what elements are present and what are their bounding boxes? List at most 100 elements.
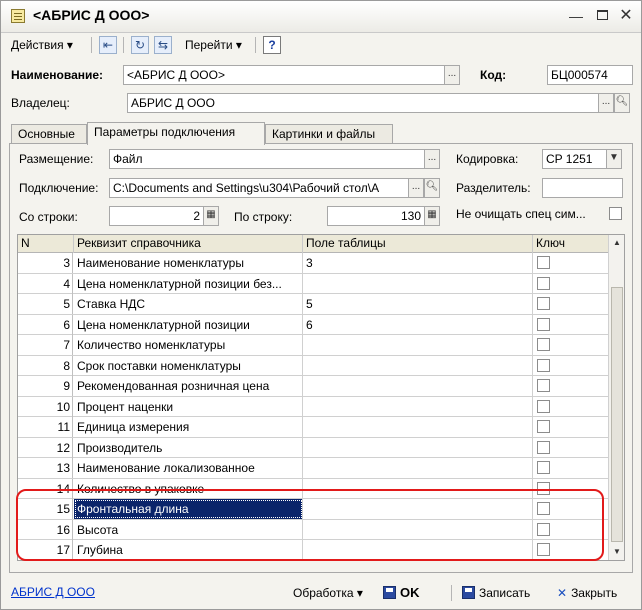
- minimize-button[interactable]: —: [567, 7, 585, 25]
- row-field[interactable]: [303, 355, 533, 376]
- table-row[interactable]: 4 Цена номенклатурной позиции без...: [18, 273, 608, 294]
- key-checkbox[interactable]: [537, 297, 550, 310]
- column-header-n[interactable]: N: [18, 235, 74, 253]
- row-field[interactable]: [303, 540, 533, 560]
- row-attribute[interactable]: Процент наценки: [74, 396, 303, 417]
- row-attribute[interactable]: Цена номенклатурной позиции: [74, 314, 303, 335]
- key-checkbox[interactable]: [537, 481, 550, 495]
- to-row-field[interactable]: 130: [327, 206, 425, 226]
- help-icon[interactable]: ?: [263, 36, 281, 54]
- row-attribute[interactable]: Количество в упаковке: [74, 478, 303, 499]
- key-checkbox[interactable]: [537, 317, 550, 331]
- calculator-icon[interactable]: ▦: [203, 206, 219, 226]
- back-arrow-icon[interactable]: ⇤: [99, 36, 117, 54]
- column-header-key[interactable]: Ключ: [533, 235, 608, 253]
- owner-link[interactable]: АБРИС Д ООО: [11, 585, 95, 599]
- owner-open-icon[interactable]: 🔍︎: [614, 93, 630, 113]
- table-row[interactable]: 11 Единица измерения: [18, 417, 608, 438]
- ok-button[interactable]: OK: [383, 585, 420, 603]
- connection-path-field[interactable]: C:\Documents and Settings\u304\Рабочий с…: [109, 178, 409, 198]
- name-field[interactable]: <АБРИС Д ООО>: [123, 65, 445, 85]
- key-checkbox[interactable]: [537, 440, 550, 454]
- row-attribute[interactable]: Глубина: [74, 540, 303, 560]
- table-row[interactable]: 15 Фронтальная длина: [18, 499, 608, 520]
- key-checkbox[interactable]: [537, 543, 550, 556]
- refresh-icon[interactable]: ↻: [131, 36, 149, 54]
- chevron-down-icon[interactable]: ▼: [606, 149, 622, 169]
- row-attribute[interactable]: Фронтальная длина: [74, 499, 303, 519]
- maximize-button[interactable]: [593, 7, 611, 25]
- key-checkbox[interactable]: [537, 256, 550, 269]
- vertical-scrollbar[interactable]: ▲ ▼: [608, 235, 624, 560]
- row-attribute[interactable]: Высота: [74, 519, 303, 540]
- row-field[interactable]: [303, 499, 533, 519]
- name-choice-button[interactable]: ...: [444, 65, 460, 85]
- connection-choice-button[interactable]: ...: [408, 178, 424, 198]
- row-field[interactable]: [303, 396, 533, 417]
- row-attribute[interactable]: Срок поставки номенклатуры: [74, 355, 303, 376]
- table-row[interactable]: 3 Наименование номенклатуры 3: [18, 253, 608, 274]
- table-row[interactable]: 9 Рекомендованная розничная цена: [18, 376, 608, 397]
- placement-choice-button[interactable]: ...: [424, 149, 440, 169]
- row-attribute[interactable]: Количество номенклатуры: [74, 335, 303, 355]
- row-field[interactable]: [303, 417, 533, 437]
- key-checkbox[interactable]: [537, 522, 550, 536]
- row-attribute[interactable]: Цена номенклатурной позиции без...: [74, 273, 303, 294]
- column-header-attribute[interactable]: Реквизит справочника: [74, 235, 303, 253]
- no-clear-checkbox[interactable]: [609, 207, 622, 220]
- row-field[interactable]: [303, 273, 533, 294]
- table-row[interactable]: 6 Цена номенклатурной позиции 6: [18, 314, 608, 335]
- tab-connection-params[interactable]: Параметры подключения: [87, 122, 265, 145]
- encoding-select[interactable]: CP 1251: [542, 149, 607, 169]
- processing-menu-button[interactable]: Обработка ▾: [293, 585, 363, 603]
- table-row[interactable]: 17 Глубина: [18, 540, 608, 560]
- placement-field[interactable]: Файл: [109, 149, 425, 169]
- actions-menu-button[interactable]: Действия ▾: [11, 35, 73, 55]
- row-field[interactable]: 3: [303, 253, 533, 273]
- save-button[interactable]: Записать: [462, 585, 530, 603]
- tab-images-files[interactable]: Картинки и файлы: [265, 124, 393, 144]
- from-row-field[interactable]: 2: [109, 206, 204, 226]
- connection-search-icon[interactable]: 🔍︎: [424, 178, 440, 198]
- code-field[interactable]: БЦ000574: [547, 65, 633, 85]
- scroll-thumb[interactable]: [611, 287, 623, 542]
- table-row[interactable]: 7 Количество номенклатуры: [18, 335, 608, 356]
- calculator-icon[interactable]: ▦: [424, 206, 440, 226]
- row-field[interactable]: 6: [303, 314, 533, 335]
- row-field[interactable]: [303, 437, 533, 458]
- key-checkbox[interactable]: [537, 420, 550, 433]
- row-field[interactable]: [303, 376, 533, 396]
- row-field[interactable]: [303, 458, 533, 478]
- close-window-button[interactable]: ✕: [617, 7, 635, 25]
- row-field[interactable]: 5: [303, 294, 533, 314]
- scroll-down-icon[interactable]: ▼: [609, 544, 624, 560]
- key-checkbox[interactable]: [537, 358, 550, 372]
- table-row[interactable]: 10 Процент наценки: [18, 396, 608, 417]
- owner-field[interactable]: АБРИС Д ООО: [127, 93, 599, 113]
- table-row[interactable]: 13 Наименование локализованное: [18, 458, 608, 479]
- table-row[interactable]: 14 Количество в упаковке: [18, 478, 608, 499]
- row-field[interactable]: [303, 335, 533, 355]
- row-field[interactable]: [303, 478, 533, 499]
- goto-menu-button[interactable]: Перейти ▾: [185, 35, 242, 55]
- table-row[interactable]: 16 Высота: [18, 519, 608, 540]
- transfer-icon[interactable]: ⇆: [154, 36, 172, 54]
- key-checkbox[interactable]: [537, 338, 550, 351]
- row-attribute[interactable]: Рекомендованная розничная цена: [74, 376, 303, 396]
- row-attribute[interactable]: Наименование локализованное: [74, 458, 303, 478]
- table-row[interactable]: 5 Ставка НДС 5: [18, 294, 608, 315]
- row-field[interactable]: [303, 519, 533, 540]
- tab-main[interactable]: Основные: [11, 124, 87, 144]
- row-attribute[interactable]: Единица измерения: [74, 417, 303, 437]
- table-row[interactable]: 8 Срок поставки номенклатуры: [18, 355, 608, 376]
- key-checkbox[interactable]: [537, 276, 550, 290]
- row-attribute[interactable]: Наименование номенклатуры: [74, 253, 303, 273]
- scroll-up-icon[interactable]: ▲: [609, 235, 624, 251]
- owner-choice-button[interactable]: ...: [598, 93, 614, 113]
- key-checkbox[interactable]: [537, 461, 550, 474]
- row-attribute[interactable]: Производитель: [74, 437, 303, 458]
- table-row[interactable]: 12 Производитель: [18, 437, 608, 458]
- key-checkbox[interactable]: [537, 399, 550, 413]
- separator-field[interactable]: [542, 178, 623, 198]
- close-button[interactable]: ✕ Закрыть: [557, 585, 617, 603]
